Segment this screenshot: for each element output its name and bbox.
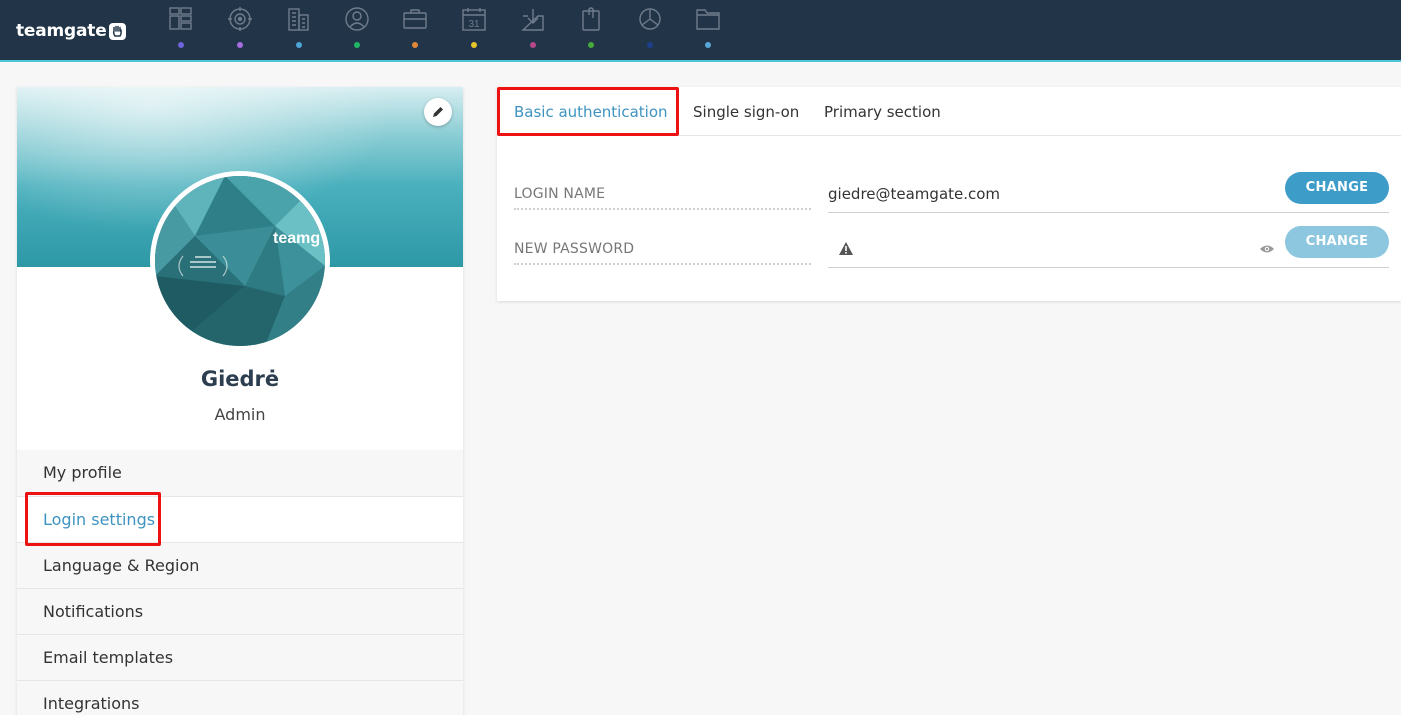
- svg-text:31: 31: [468, 19, 480, 30]
- avatar-image: [155, 176, 325, 346]
- nav-companies[interactable]: [284, 6, 314, 50]
- nav-people[interactable]: [342, 6, 372, 50]
- people-icon: [345, 7, 369, 31]
- nav-dot: [237, 42, 243, 48]
- deals-briefcase-icon: [403, 9, 427, 29]
- login-name-value: giedre@teamgate.com: [828, 185, 1001, 203]
- nav-dot: [530, 42, 536, 48]
- nav-leads[interactable]: [225, 6, 255, 50]
- nav-dot: [354, 42, 360, 48]
- pencil-icon: [433, 107, 443, 117]
- folder-icon: [696, 9, 720, 30]
- nav-dot: [588, 42, 594, 48]
- sidebar-item-language-region[interactable]: Language & Region: [17, 542, 463, 588]
- logo-hand-icon: [108, 22, 126, 40]
- nav-dot: [647, 42, 653, 48]
- nav-dot: [412, 42, 418, 48]
- nav-dot: [296, 42, 302, 48]
- login-name-underline: [828, 212, 1389, 213]
- target-icon: [228, 7, 252, 31]
- profile-name: Giedrė: [200, 367, 280, 391]
- highlight-basic-authentication: [497, 87, 679, 136]
- calendar-icon: 31: [462, 8, 486, 31]
- tab-single-sign-on[interactable]: Single sign-on: [693, 103, 799, 121]
- nav-dot: [471, 42, 477, 48]
- sidebar-item-notifications[interactable]: Notifications: [17, 588, 463, 634]
- top-navigation-bar: teamgate 31: [0, 0, 1401, 62]
- login-name-label: LOGIN NAME: [514, 186, 811, 210]
- edit-cover-button[interactable]: [424, 98, 452, 126]
- nav-calendar[interactable]: 31: [459, 6, 489, 50]
- reports-pie-icon: [639, 8, 661, 30]
- warning-icon: [839, 242, 853, 255]
- nav-attachments[interactable]: [576, 6, 606, 50]
- tab-primary-section[interactable]: Primary section: [824, 103, 941, 121]
- new-password-input[interactable]: [828, 267, 1389, 268]
- profile-role: Admin: [214, 405, 266, 424]
- logo-text: teamgate: [16, 21, 107, 41]
- attachments-icon: [582, 7, 600, 31]
- sidebar-item-my-profile[interactable]: My profile: [17, 450, 463, 496]
- nav-dot: [705, 42, 711, 48]
- highlight-login-settings: [25, 492, 161, 546]
- nav-dashboard[interactable]: [166, 6, 196, 50]
- settings-menu: My profile Login settings Language & Reg…: [17, 450, 463, 715]
- sidebar-item-integrations[interactable]: Integrations: [17, 680, 463, 715]
- sidebar-item-email-templates[interactable]: Email templates: [17, 634, 463, 680]
- nav-inbox[interactable]: [518, 6, 548, 50]
- new-password-label: NEW PASSWORD: [514, 241, 811, 265]
- profile-card: teamg Giedrė Admin My profile Login sett…: [17, 87, 463, 715]
- nav-deals[interactable]: [400, 6, 430, 50]
- nav-dot: [178, 42, 184, 48]
- change-password-button[interactable]: CHANGE: [1285, 226, 1389, 258]
- avatar-brand-text: teamg: [273, 230, 321, 247]
- show-password-eye-icon[interactable]: [1259, 244, 1275, 254]
- companies-icon: [288, 8, 309, 31]
- nav-reports[interactable]: [635, 6, 665, 50]
- dashboard-icon: [169, 7, 192, 30]
- avatar[interactable]: teamg: [150, 171, 330, 351]
- nav-files[interactable]: [693, 6, 723, 50]
- change-login-name-button[interactable]: CHANGE: [1285, 172, 1389, 204]
- teamgate-logo[interactable]: teamgate: [16, 19, 126, 43]
- inbox-icon: [521, 9, 544, 31]
